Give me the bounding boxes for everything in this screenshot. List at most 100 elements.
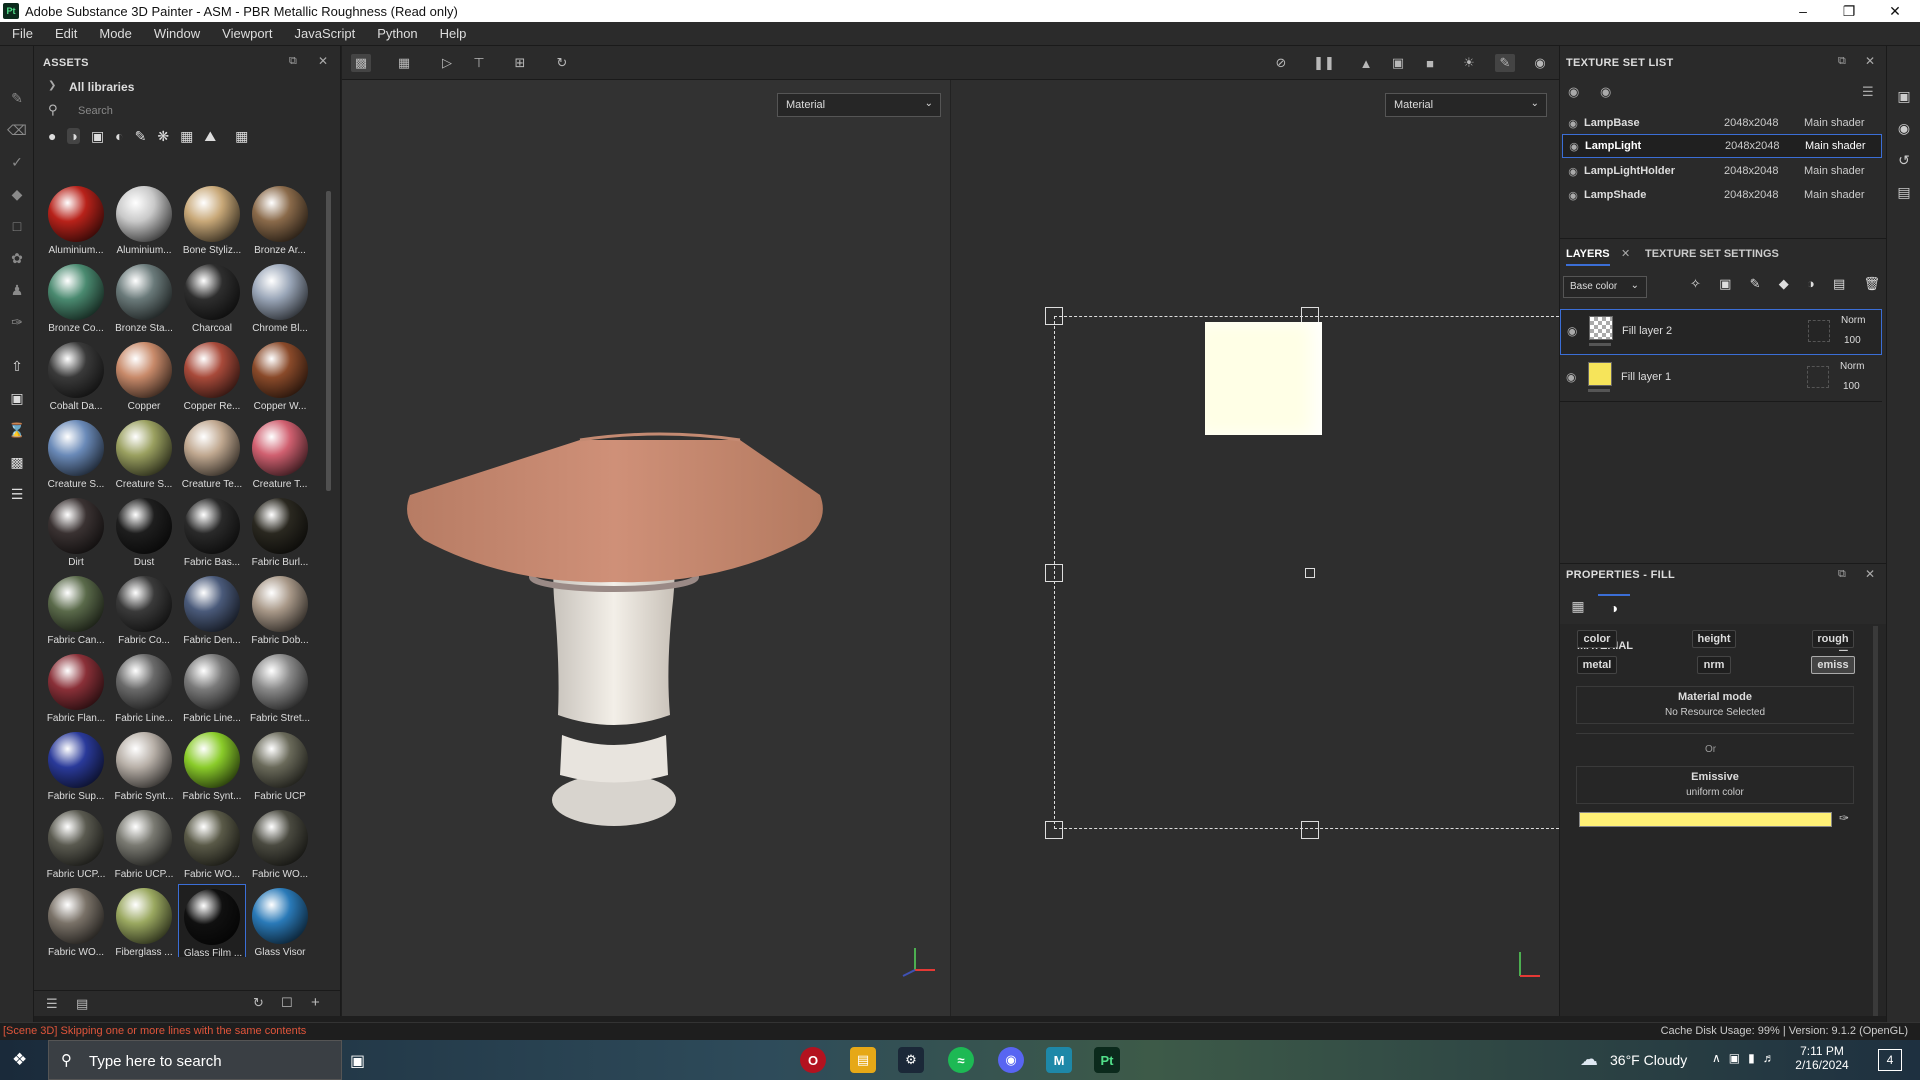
texture-set-shader[interactable]: Main shader [1804, 189, 1865, 201]
visibility-toggle-icon[interactable]: ◉ [1568, 84, 1579, 100]
channel-color-button[interactable]: color [1577, 630, 1617, 648]
light-icon[interactable]: ☀ [1459, 54, 1479, 72]
close-panel-icon[interactable]: ✕ [1865, 54, 1875, 68]
uv-handle[interactable] [1045, 564, 1063, 582]
asset-thumbnail[interactable]: Fabric WO... [178, 806, 246, 880]
particles-filter-icon[interactable]: ❋ [157, 128, 169, 145]
spotify-icon[interactable]: ≈ [948, 1047, 974, 1073]
blend-mode[interactable]: Norm [1840, 361, 1864, 372]
paint-mode-icon[interactable]: ✎ [1495, 54, 1515, 72]
taskbar-search-input[interactable]: Type here to search [89, 1053, 222, 1070]
menu-edit[interactable]: Edit [43, 26, 87, 41]
texture-set-shader[interactable]: Main shader [1804, 165, 1865, 177]
projection-icon[interactable]: ✓ [7, 152, 27, 172]
fill-tab-icon[interactable]: ▦ [1566, 594, 1590, 618]
environments-filter-icon[interactable]: ⛰ [204, 128, 216, 145]
emissive-slot[interactable]: Emissive uniform color [1576, 766, 1854, 804]
texture-set-row[interactable]: ◉ LampLightHolder 2048x2048 Main shader [1562, 159, 1882, 183]
asset-thumbnail[interactable]: Glass Visor [246, 884, 314, 957]
channel-height-button[interactable]: height [1692, 630, 1736, 648]
refresh-icon[interactable]: ↻ [253, 995, 264, 1011]
color-picker-icon[interactable]: ✑ [7, 312, 27, 332]
smudge-icon[interactable]: ✿ [7, 248, 27, 268]
asset-thumbnail[interactable]: Copper Re... [178, 338, 246, 412]
close-panel-icon[interactable]: ✕ [1865, 567, 1875, 581]
asset-thumbnail[interactable]: Charcoal [178, 260, 246, 334]
add-effect-icon[interactable]: ✧ [1690, 276, 1701, 292]
eyedropper-icon[interactable]: ✑ [1839, 811, 1849, 825]
task-view-icon[interactable]: ▣ [350, 1051, 365, 1071]
materials-filter-icon[interactable]: ● [48, 128, 56, 144]
close-panel-icon[interactable]: ✕ [318, 54, 328, 68]
eye-icon[interactable]: ◉ [1566, 370, 1576, 384]
undock-icon[interactable]: ⧉ [1838, 568, 1846, 581]
asset-thumbnail[interactable]: Creature T... [246, 416, 314, 490]
menu-python[interactable]: Python [365, 26, 427, 41]
display-settings-icon[interactable]: ☰ [7, 484, 27, 504]
uv-island[interactable] [1205, 322, 1322, 435]
asset-thumbnail[interactable]: Dirt [42, 494, 110, 568]
discord-icon[interactable]: ◉ [998, 1047, 1024, 1073]
mirror-icon[interactable]: ▲ [1356, 54, 1376, 72]
uv-handle[interactable] [1301, 821, 1319, 839]
smart-materials-filter-icon[interactable]: ◑ [67, 128, 80, 144]
library-breadcrumb[interactable]: All libraries [69, 80, 134, 94]
asset-thumbnail[interactable]: Fabric Burl... [246, 494, 314, 568]
log-icon[interactable]: ▤ [1894, 182, 1914, 202]
asset-thumbnail[interactable]: Fabric Bas... [178, 494, 246, 568]
asset-thumbnail[interactable]: Creature S... [110, 416, 178, 490]
layer-mask-slot[interactable] [1808, 320, 1830, 342]
asset-thumbnail[interactable]: Fabric WO... [246, 806, 314, 880]
close-icon[interactable]: ✕ [1872, 0, 1918, 22]
opera-icon[interactable]: O [800, 1047, 826, 1073]
layer-opacity[interactable]: 100 [1844, 335, 1861, 346]
folder-list-icon[interactable]: ▤ [76, 996, 88, 1012]
menu-file[interactable]: File [0, 26, 43, 41]
asset-thumbnail[interactable]: Fabric Line... [178, 650, 246, 724]
substance-painter-icon[interactable]: Pt [1094, 1047, 1120, 1073]
uv-center-handle[interactable] [1305, 568, 1315, 578]
asset-thumbnail[interactable]: Aluminium... [110, 182, 178, 256]
eye-icon[interactable]: ◉ [1562, 189, 1584, 202]
geometry-fill-icon[interactable]: ◆ [7, 184, 27, 204]
close-tab-icon[interactable]: ✕ [1621, 247, 1630, 260]
eye-icon[interactable]: ◉ [1600, 84, 1611, 100]
asset-thumbnail[interactable]: Aluminium... [42, 182, 110, 256]
add-smart-mask-icon[interactable]: ◑ [1807, 276, 1815, 292]
import-icon[interactable]: ☐ [281, 995, 293, 1011]
search-bar[interactable]: ⚲ Search [42, 100, 332, 122]
add-paint-layer-icon[interactable]: ✎ [1750, 276, 1761, 292]
texture-set-shader[interactable]: Main shader [1804, 117, 1865, 129]
material-tab-icon[interactable]: ◑ [1598, 594, 1630, 620]
asset-thumbnail[interactable]: Creature S... [42, 416, 110, 490]
system-tray-icons[interactable]: ∧▣▮♬ [1712, 1051, 1783, 1065]
minimize-icon[interactable]: – [1780, 0, 1826, 22]
asset-thumbnail[interactable]: Bronze Co... [42, 260, 110, 334]
asset-thumbnail[interactable]: Bone Styliz... [178, 182, 246, 256]
add-frame-icon[interactable]: ⊞ [510, 54, 530, 72]
assets-dock-icon[interactable]: ▣ [1894, 86, 1914, 106]
layer-row[interactable]: ◉ Fill layer 1 Norm 100 [1560, 356, 1882, 402]
tab-layers[interactable]: LAYERS [1566, 248, 1610, 266]
steam-icon[interactable]: ⚙ [898, 1047, 924, 1073]
undock-icon[interactable]: ⧉ [1838, 55, 1846, 68]
asset-thumbnail[interactable]: Fabric Co... [110, 572, 178, 646]
asset-thumbnail[interactable]: Fiberglass ... [110, 884, 178, 957]
clone-icon[interactable]: ♟ [7, 280, 27, 300]
maya-icon[interactable]: M [1046, 1047, 1072, 1073]
asset-thumbnail[interactable]: Bronze Ar... [246, 182, 314, 256]
menu-window[interactable]: Window [142, 26, 210, 41]
camera-icon[interactable]: ■ [1420, 54, 1440, 72]
left-view-mode-dropdown[interactable]: Material ⌄ [777, 93, 941, 117]
asset-thumbnail[interactable]: Copper [110, 338, 178, 412]
asset-thumbnail[interactable]: Cobalt Da... [42, 338, 110, 412]
asset-thumbnail[interactable]: Fabric Dob... [246, 572, 314, 646]
emissive-color-swatch[interactable] [1579, 812, 1832, 827]
asset-thumbnail[interactable]: Fabric Line... [110, 650, 178, 724]
menu-help[interactable]: Help [428, 26, 477, 41]
windows-start-icon[interactable]: ❖ [12, 1050, 32, 1070]
filter-list-icon[interactable]: ☰ [46, 996, 58, 1012]
layer-name[interactable]: Fill layer 2 [1622, 325, 1672, 337]
asset-thumbnail[interactable]: Dust [110, 494, 178, 568]
assets-scrollbar[interactable] [326, 191, 331, 491]
